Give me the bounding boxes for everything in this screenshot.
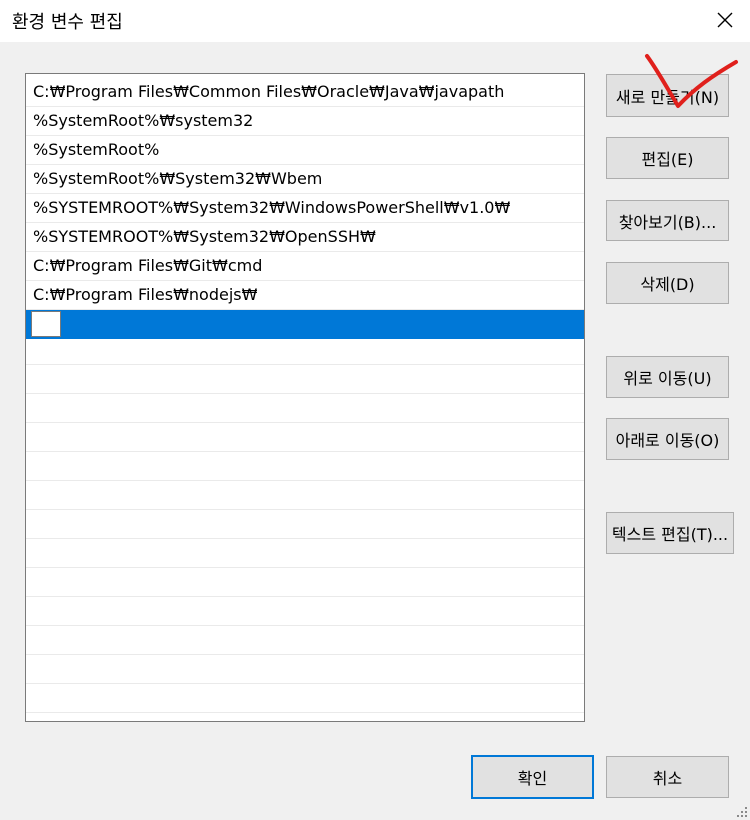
empty-row (26, 336, 584, 365)
browse-button[interactable]: 찾아보기(B)... (606, 200, 729, 241)
move-up-button[interactable]: 위로 이동(U) (606, 356, 729, 398)
empty-row (26, 365, 584, 394)
ok-button[interactable]: 확인 (471, 755, 594, 799)
empty-row (26, 655, 584, 684)
move-down-button[interactable]: 아래로 이동(O) (606, 418, 729, 460)
cancel-button[interactable]: 취소 (606, 756, 729, 798)
title-bar: 환경 변수 편집 (0, 0, 750, 42)
empty-row (26, 597, 584, 626)
close-button[interactable] (700, 0, 750, 40)
empty-row (26, 452, 584, 481)
empty-row (26, 568, 584, 597)
checkmark-annotation-icon (645, 54, 738, 108)
empty-row (26, 423, 584, 452)
window-title: 환경 변수 편집 (12, 12, 123, 33)
list-item[interactable]: C:₩Program Files₩Common Files₩Oracle₩Jav… (26, 78, 584, 107)
list-item[interactable]: %SystemRoot% (26, 136, 584, 165)
empty-row (26, 626, 584, 655)
edit-text-button[interactable]: 텍스트 편집(T)... (606, 512, 734, 554)
path-list[interactable]: C:₩Program Files₩Common Files₩Oracle₩Jav… (25, 73, 585, 722)
empty-row (26, 394, 584, 423)
edit-button[interactable]: 편집(E) (606, 137, 729, 179)
list-item[interactable]: %SYSTEMROOT%₩System32₩WindowsPowerShell₩… (26, 194, 584, 223)
empty-row (26, 510, 584, 539)
list-item[interactable]: C:₩Program Files₩Git₩cmd (26, 252, 584, 281)
list-item[interactable]: %SYSTEMROOT%₩System32₩OpenSSH₩ (26, 223, 584, 252)
resize-grip-icon[interactable] (736, 806, 748, 818)
inline-edit-input[interactable] (31, 311, 61, 337)
list-item[interactable]: %SystemRoot%₩system32 (26, 107, 584, 136)
delete-button[interactable]: 삭제(D) (606, 262, 729, 304)
empty-row (26, 481, 584, 510)
list-item-selected[interactable] (26, 310, 584, 339)
close-icon (717, 12, 733, 28)
empty-row (26, 684, 584, 713)
list-item[interactable]: C:₩Program Files₩nodejs₩ (26, 281, 584, 310)
list-item[interactable]: %SystemRoot%₩System32₩Wbem (26, 165, 584, 194)
empty-row (26, 539, 584, 568)
